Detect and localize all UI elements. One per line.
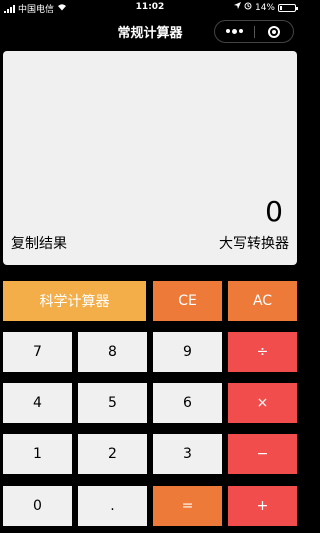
digit-3-button[interactable]: 3 [153,434,222,474]
result-value: 0 [265,195,283,228]
digit-9-button[interactable]: 9 [153,332,222,372]
digit-4-button[interactable]: 4 [3,383,72,423]
close-button[interactable] [254,21,293,42]
digit-6-button[interactable]: 6 [153,383,222,423]
equals-button[interactable]: = [153,486,222,526]
clear-entry-button[interactable]: CE [153,281,222,321]
digit-2-button[interactable]: 2 [78,434,147,474]
more-button[interactable] [215,21,254,42]
copy-result-button[interactable]: 复制结果 [11,233,67,253]
digit-0-button[interactable]: 0 [3,486,72,526]
close-target-icon [267,25,280,38]
status-right: 14% [233,2,298,13]
uppercase-converter-button[interactable]: 大写转换器 [219,233,289,253]
digit-8-button[interactable]: 8 [78,332,147,372]
divide-button[interactable]: ÷ [228,332,297,372]
more-dots-icon [225,29,243,34]
status-bar: 中国电信 11:02 14% [0,0,300,16]
battery-percent: 14% [254,2,275,13]
digit-5-button[interactable]: 5 [78,383,147,423]
multiply-button[interactable]: × [228,383,297,423]
digit-1-button[interactable]: 1 [3,434,72,474]
mini-program-capsule [214,20,294,43]
minus-button[interactable]: − [228,434,297,474]
scientific-calculator-button[interactable]: 科学计算器 [3,281,146,321]
plus-button[interactable]: + [228,486,297,526]
nav-bar: 常规计算器 [0,16,300,46]
battery-icon [278,3,298,12]
result-display: 0 复制结果 大写转换器 [3,51,297,265]
location-icon [233,2,241,13]
decimal-point-button[interactable]: . [78,486,147,526]
all-clear-button[interactable]: AC [228,281,297,321]
digit-7-button[interactable]: 7 [3,332,72,372]
alarm-icon [244,2,252,13]
